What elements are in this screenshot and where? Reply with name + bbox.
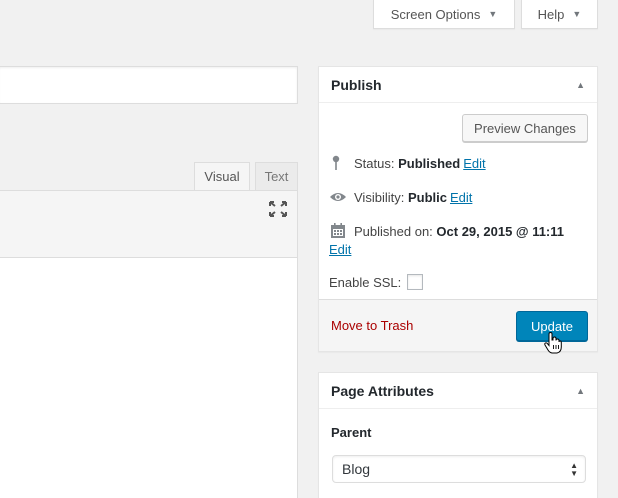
fullscreen-icon[interactable]: [268, 200, 288, 218]
tab-text[interactable]: Text: [255, 162, 298, 190]
publish-box: Publish ▲ Preview Changes Status: Publis…: [318, 66, 598, 352]
status-label: Status:: [354, 155, 395, 171]
calendar-icon: [331, 223, 345, 238]
chevron-up-icon[interactable]: ▲: [576, 80, 585, 90]
eye-icon: [330, 193, 346, 201]
hand-cursor-icon: [544, 332, 562, 354]
published-on-row: Published on: Oct 29, 2015 @ 11:11: [329, 222, 564, 240]
status-value: Published: [398, 155, 461, 171]
page-attributes-box: Page Attributes ▲ Parent Blog ▲ ▼: [318, 372, 598, 498]
tab-visual-label: Visual: [204, 169, 240, 184]
preview-changes-button[interactable]: Preview Changes: [462, 114, 588, 142]
tab-text-label: Text: [264, 169, 289, 184]
post-title-input[interactable]: [0, 66, 298, 104]
wp-editor-screen: Screen Options ▼ Help ▼ Visual Text Publ…: [0, 0, 618, 498]
ssl-checkbox[interactable]: [407, 274, 424, 290]
parent-label: Parent: [331, 425, 372, 440]
parent-select-value: Blog: [342, 461, 371, 477]
editor-toolbar: [0, 190, 298, 258]
ssl-row: Enable SSL:: [329, 274, 424, 290]
page-attributes-title: Page Attributes: [331, 382, 434, 399]
visibility-row: Visibility: Public Edit: [329, 188, 472, 206]
tab-visual[interactable]: Visual: [194, 162, 250, 190]
screen-options-label: Screen Options: [390, 6, 481, 22]
chevron-up-icon[interactable]: ▲: [576, 386, 585, 396]
chevron-down-icon: ▼: [488, 9, 498, 19]
help-button[interactable]: Help ▼: [521, 0, 598, 29]
page-attributes-header: Page Attributes ▲: [319, 373, 597, 409]
help-label: Help: [537, 6, 565, 22]
parent-select[interactable]: Blog ▲ ▼: [332, 455, 586, 483]
move-to-trash-link[interactable]: Move to Trash: [331, 318, 413, 333]
visibility-value: Public: [407, 189, 447, 205]
editor-content-area[interactable]: [0, 258, 298, 498]
ssl-label: Enable SSL:: [329, 274, 402, 290]
published-on-value: Oct 29, 2015 @ 11:11: [436, 223, 565, 239]
pin-icon: [332, 155, 340, 170]
edit-visibility-link[interactable]: Edit: [450, 190, 472, 205]
visibility-label: Visibility:: [354, 189, 405, 205]
status-row: Status: Published Edit: [329, 154, 486, 172]
screen-options-button[interactable]: Screen Options ▼: [373, 0, 515, 29]
edit-status-link[interactable]: Edit: [463, 156, 485, 171]
published-on-label: Published on:: [354, 223, 433, 239]
publish-box-header: Publish ▲: [319, 67, 597, 103]
publish-box-title: Publish: [331, 76, 382, 93]
edit-published-link[interactable]: Edit: [329, 242, 351, 257]
chevron-down-icon: ▼: [572, 9, 582, 19]
select-arrows-icon: ▲ ▼: [570, 461, 578, 478]
